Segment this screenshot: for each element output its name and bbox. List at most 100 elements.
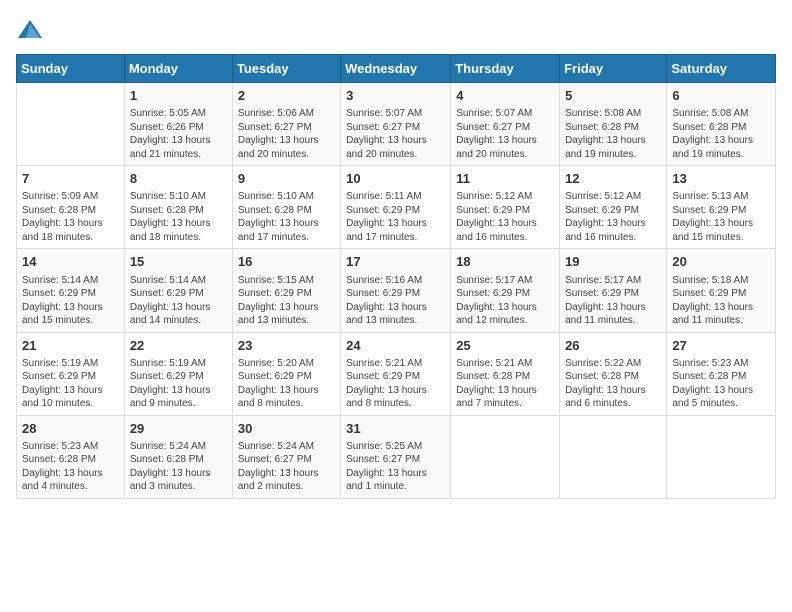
day-info: Sunrise: 5:20 AM Sunset: 6:29 PM Dayligh…: [238, 357, 335, 411]
calendar-cell: 26 Sunrise: 5:22 AM Sunset: 6:28 PM Dayli…: [560, 332, 667, 415]
day-number: 6: [672, 87, 770, 105]
day-number: 7: [22, 170, 119, 188]
day-number: 29: [130, 420, 227, 438]
calendar-table: SundayMondayTuesdayWednesdayThursdayFrid…: [16, 54, 776, 499]
day-number: 31: [346, 420, 445, 438]
day-number: 16: [238, 253, 335, 271]
calendar-cell: 23 Sunrise: 5:20 AM Sunset: 6:29 PM Dayli…: [232, 332, 340, 415]
day-info: Sunrise: 5:13 AM Sunset: 6:29 PM Dayligh…: [672, 190, 770, 244]
calendar-header-cell: Thursday: [451, 55, 560, 83]
calendar-header-cell: Monday: [124, 55, 232, 83]
calendar-cell: 19Sunrise: 5:17 AM Sunset: 6:29 PM Dayli…: [560, 249, 667, 332]
calendar-cell: 18 Sunrise: 5:17 AM Sunset: 6:29 PM Dayli…: [451, 249, 560, 332]
calendar-cell: 1 Sunrise: 5:05 AM Sunset: 6:26 PM Daylig…: [124, 83, 232, 166]
calendar-cell: 30 Sunrise: 5:24 AM Sunset: 6:27 PM Dayli…: [232, 415, 340, 498]
day-number: 28: [22, 420, 119, 438]
day-number: 2: [238, 87, 335, 105]
day-number: 20: [672, 253, 770, 271]
calendar-cell: 8 Sunrise: 5:10 AM Sunset: 6:28 PM Daylig…: [124, 166, 232, 249]
logo-icon: [16, 16, 44, 44]
logo: [16, 16, 48, 44]
day-number: 3: [346, 87, 445, 105]
day-info: Sunrise: 5:19 AM Sunset: 6:29 PM Dayligh…: [22, 357, 119, 411]
calendar-cell: [451, 415, 560, 498]
day-number: 8: [130, 170, 227, 188]
day-number: 21: [22, 337, 119, 355]
calendar-cell: 9 Sunrise: 5:10 AM Sunset: 6:28 PM Daylig…: [232, 166, 340, 249]
day-info: Sunrise: 5:24 AM Sunset: 6:27 PM Dayligh…: [238, 440, 335, 494]
calendar-cell: 17 Sunrise: 5:16 AM Sunset: 6:29 PM Dayli…: [341, 249, 451, 332]
day-info: Sunrise: 5:17 AM Sunset: 6:29 PM Dayligh…: [456, 274, 554, 328]
day-info: Sunrise: 5:23 AM Sunset: 6:28 PM Dayligh…: [22, 440, 119, 494]
calendar-cell: 10Sunrise: 5:11 AM Sunset: 6:29 PM Dayli…: [341, 166, 451, 249]
calendar-cell: 3 Sunrise: 5:07 AM Sunset: 6:27 PM Daylig…: [341, 83, 451, 166]
day-info: Sunrise: 5:11 AM Sunset: 6:29 PM Dayligh…: [346, 190, 445, 244]
day-info: Sunrise: 5:07 AM Sunset: 6:27 PM Dayligh…: [346, 107, 445, 161]
calendar-header-cell: Tuesday: [232, 55, 340, 83]
calendar-cell: 29 Sunrise: 5:24 AM Sunset: 6:28 PM Dayli…: [124, 415, 232, 498]
day-number: 26: [565, 337, 661, 355]
day-info: Sunrise: 5:24 AM Sunset: 6:28 PM Dayligh…: [130, 440, 227, 494]
day-number: 18: [456, 253, 554, 271]
day-info: Sunrise: 5:15 AM Sunset: 6:29 PM Dayligh…: [238, 274, 335, 328]
calendar-week-row: 7 Sunrise: 5:09 AM Sunset: 6:28 PM Daylig…: [17, 166, 776, 249]
day-number: 25: [456, 337, 554, 355]
day-number: 17: [346, 253, 445, 271]
day-number: 14: [22, 253, 119, 271]
day-info: Sunrise: 5:09 AM Sunset: 6:28 PM Dayligh…: [22, 190, 119, 244]
calendar-week-row: 21 Sunrise: 5:19 AM Sunset: 6:29 PM Dayli…: [17, 332, 776, 415]
day-info: Sunrise: 5:12 AM Sunset: 6:29 PM Dayligh…: [456, 190, 554, 244]
day-number: 1: [130, 87, 227, 105]
day-number: 22: [130, 337, 227, 355]
calendar-week-row: 28 Sunrise: 5:23 AM Sunset: 6:28 PM Dayli…: [17, 415, 776, 498]
day-number: 4: [456, 87, 554, 105]
day-info: Sunrise: 5:10 AM Sunset: 6:28 PM Dayligh…: [238, 190, 335, 244]
calendar-cell: 31 Sunrise: 5:25 AM Sunset: 6:27 PM Dayli…: [341, 415, 451, 498]
day-number: 23: [238, 337, 335, 355]
day-info: Sunrise: 5:21 AM Sunset: 6:29 PM Dayligh…: [346, 357, 445, 411]
day-info: Sunrise: 5:18 AM Sunset: 6:29 PM Dayligh…: [672, 274, 770, 328]
day-number: 27: [672, 337, 770, 355]
calendar-week-row: 1 Sunrise: 5:05 AM Sunset: 6:26 PM Daylig…: [17, 83, 776, 166]
calendar-cell: 12 Sunrise: 5:12 AM Sunset: 6:29 PM Dayli…: [560, 166, 667, 249]
calendar-cell: 16 Sunrise: 5:15 AM Sunset: 6:29 PM Dayli…: [232, 249, 340, 332]
calendar-header-cell: Saturday: [667, 55, 776, 83]
day-info: Sunrise: 5:12 AM Sunset: 6:29 PM Dayligh…: [565, 190, 661, 244]
calendar-cell: 28 Sunrise: 5:23 AM Sunset: 6:28 PM Dayli…: [17, 415, 125, 498]
calendar-cell: 22 Sunrise: 5:19 AM Sunset: 6:29 PM Dayli…: [124, 332, 232, 415]
day-number: 30: [238, 420, 335, 438]
calendar-cell: 2 Sunrise: 5:06 AM Sunset: 6:27 PM Daylig…: [232, 83, 340, 166]
calendar-header-cell: Wednesday: [341, 55, 451, 83]
day-number: 24: [346, 337, 445, 355]
calendar-cell: 24 Sunrise: 5:21 AM Sunset: 6:29 PM Dayli…: [341, 332, 451, 415]
day-number: 11: [456, 170, 554, 188]
calendar-cell: 5Sunrise: 5:08 AM Sunset: 6:28 PM Daylig…: [560, 83, 667, 166]
day-info: Sunrise: 5:25 AM Sunset: 6:27 PM Dayligh…: [346, 440, 445, 494]
calendar-cell: 14 Sunrise: 5:14 AM Sunset: 6:29 PM Dayli…: [17, 249, 125, 332]
calendar-cell: [17, 83, 125, 166]
day-number: 5: [565, 87, 661, 105]
calendar-cell: 6 Sunrise: 5:08 AM Sunset: 6:28 PM Daylig…: [667, 83, 776, 166]
calendar-week-row: 14 Sunrise: 5:14 AM Sunset: 6:29 PM Dayli…: [17, 249, 776, 332]
day-number: 13: [672, 170, 770, 188]
calendar-cell: 25Sunrise: 5:21 AM Sunset: 6:28 PM Dayli…: [451, 332, 560, 415]
day-info: Sunrise: 5:06 AM Sunset: 6:27 PM Dayligh…: [238, 107, 335, 161]
day-number: 19: [565, 253, 661, 271]
calendar-cell: 11 Sunrise: 5:12 AM Sunset: 6:29 PM Dayli…: [451, 166, 560, 249]
calendar-cell: 20 Sunrise: 5:18 AM Sunset: 6:29 PM Dayli…: [667, 249, 776, 332]
calendar-cell: 27Sunrise: 5:23 AM Sunset: 6:28 PM Dayli…: [667, 332, 776, 415]
day-info: Sunrise: 5:16 AM Sunset: 6:29 PM Dayligh…: [346, 274, 445, 328]
calendar-cell: 4Sunrise: 5:07 AM Sunset: 6:27 PM Daylig…: [451, 83, 560, 166]
calendar-cell: 21 Sunrise: 5:19 AM Sunset: 6:29 PM Dayli…: [17, 332, 125, 415]
day-info: Sunrise: 5:22 AM Sunset: 6:28 PM Dayligh…: [565, 357, 661, 411]
day-info: Sunrise: 5:05 AM Sunset: 6:26 PM Dayligh…: [130, 107, 227, 161]
day-info: Sunrise: 5:10 AM Sunset: 6:28 PM Dayligh…: [130, 190, 227, 244]
day-info: Sunrise: 5:14 AM Sunset: 6:29 PM Dayligh…: [22, 274, 119, 328]
calendar-cell: [667, 415, 776, 498]
page-header: [16, 16, 776, 44]
day-number: 9: [238, 170, 335, 188]
day-number: 12: [565, 170, 661, 188]
day-info: Sunrise: 5:08 AM Sunset: 6:28 PM Dayligh…: [672, 107, 770, 161]
calendar-cell: 15Sunrise: 5:14 AM Sunset: 6:29 PM Dayli…: [124, 249, 232, 332]
day-info: Sunrise: 5:19 AM Sunset: 6:29 PM Dayligh…: [130, 357, 227, 411]
